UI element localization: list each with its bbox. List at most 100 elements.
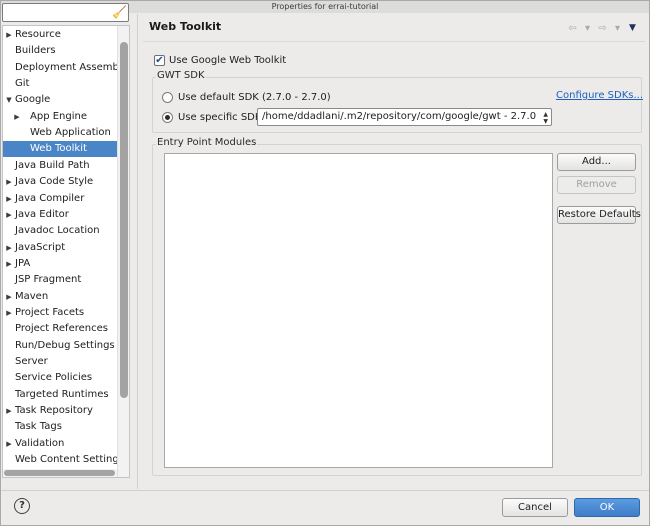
- specific-sdk-radio[interactable]: [162, 111, 173, 123]
- tree-item-label: Service Policies: [15, 372, 93, 384]
- use-gwt-checkbox[interactable]: ✔: [154, 54, 165, 66]
- tree-item-label: Javadoc Location: [15, 225, 100, 237]
- tree-item-label: Task Tags: [15, 421, 62, 433]
- broom-icon[interactable]: 🧹: [112, 5, 127, 20]
- triangle-right-icon[interactable]: ▶: [4, 403, 14, 419]
- triangle-right-icon[interactable]: ▶: [4, 174, 14, 190]
- tree-item[interactable]: ▶ Java Compiler: [3, 191, 119, 207]
- triangle-right-icon[interactable]: ▶: [4, 436, 14, 452]
- tree-item-label: JSP Fragment: [15, 274, 82, 286]
- tree-item[interactable]: ▶ Validation: [3, 436, 119, 452]
- spinner-arrows-icon: ▲ ▼: [543, 111, 548, 125]
- tree-item[interactable]: Builders: [3, 43, 119, 59]
- filter-input[interactable]: 🧹: [2, 3, 129, 22]
- default-sdk-radio[interactable]: [162, 91, 173, 103]
- triangle-down-icon[interactable]: ▼: [4, 92, 14, 108]
- tree-item[interactable]: JSP Fragment: [3, 272, 119, 288]
- page-title: Web Toolkit: [149, 20, 222, 33]
- tree-item[interactable]: ▶ Resource: [3, 27, 119, 43]
- entry-point-modules-list[interactable]: [164, 153, 553, 468]
- triangle-right-icon[interactable]: ▶: [4, 289, 14, 305]
- triangle-right-icon[interactable]: ▶: [4, 240, 14, 256]
- specific-sdk-radio-row[interactable]: Use specific SDK:: [162, 109, 265, 125]
- triangle-right-icon[interactable]: ▶: [4, 207, 14, 223]
- configure-sdks-link[interactable]: Configure SDKs...: [556, 90, 643, 101]
- tree-item-label: Web Toolkit: [30, 143, 87, 155]
- tree-item[interactable]: Task Tags: [3, 419, 119, 435]
- cancel-button[interactable]: Cancel: [502, 498, 568, 517]
- chevron-down-icon[interactable]: ▾: [581, 23, 594, 34]
- tree-item[interactable]: Project References: [3, 321, 119, 337]
- tree-item-label: Deployment Assembly: [15, 61, 128, 73]
- footer-separator: [1, 490, 649, 491]
- tree-item[interactable]: ▼ Google: [3, 92, 119, 108]
- tree-item[interactable]: ▶ Task Repository: [3, 403, 119, 419]
- tree-item[interactable]: ▶ App Engine: [3, 109, 119, 125]
- remove-button[interactable]: Remove: [557, 176, 636, 194]
- properties-tree: Web Content Settings ▶ Validation Task Tags…: [2, 25, 130, 478]
- chevron-down-icon[interactable]: ▾: [611, 23, 624, 34]
- triangle-right-icon[interactable]: ▶: [4, 256, 14, 272]
- triangle-right-icon[interactable]: ▶: [4, 305, 14, 321]
- tree-item-label: Server: [15, 356, 48, 367]
- use-gwt-checkbox-row[interactable]: ✔ Use Google Web Toolkit: [154, 53, 286, 67]
- triangle-right-icon[interactable]: ▶: [4, 27, 14, 43]
- tree-item[interactable]: Web Content Settings: [3, 452, 124, 468]
- tree-item[interactable]: Javadoc Location: [3, 223, 119, 239]
- back-arrow-icon[interactable]: ⇦: [566, 23, 579, 34]
- tree-item[interactable]: ▶ Project Facets: [3, 305, 119, 321]
- tree-item[interactable]: Java Build Path: [3, 158, 119, 174]
- properties-dialog: Properties for errai-tutorial 🧹 Web Cont…: [0, 0, 650, 526]
- tree-item-label: Web Content Settings: [15, 454, 124, 466]
- tree-item-label: Builders: [15, 45, 56, 57]
- tree-item-label: Resource: [15, 29, 61, 40]
- tree-horizontal-scrollbar[interactable]: [3, 469, 117, 477]
- view-menu-icon[interactable]: ▼: [626, 23, 639, 33]
- scrollbar-thumb[interactable]: [120, 42, 128, 398]
- tree-item[interactable]: Targeted Runtimes: [3, 387, 119, 403]
- tree-item[interactable]: Run/Debug Settings: [3, 338, 119, 354]
- tree-item[interactable]: ▶ Java Code Style: [3, 174, 119, 190]
- tree-item-label: Maven: [15, 290, 49, 302]
- tree-item[interactable]: ▶ JavaScript: [3, 240, 119, 256]
- tree-item-label: Project Facets: [15, 306, 85, 318]
- tree-item-label: Git: [15, 78, 30, 90]
- tree-item[interactable]: Web Application: [3, 125, 119, 141]
- tree-item[interactable]: Server: [3, 354, 119, 370]
- tree-item[interactable]: ▶ JPA: [3, 256, 119, 272]
- tree-item-label: Validation: [15, 437, 65, 449]
- tree-item-label: Java Build Path: [15, 159, 90, 171]
- sdk-select[interactable]: /home/ddadlani/.m2/repository/com/google…: [257, 108, 552, 126]
- tree-item[interactable]: Web Toolkit: [3, 141, 121, 158]
- tree-item-label: Targeted Runtimes: [15, 388, 109, 400]
- triangle-right-icon[interactable]: ▶: [4, 191, 14, 207]
- tree-vertical-scrollbar[interactable]: [117, 26, 129, 477]
- sdk-select-value: /home/ddadlani/.m2/repository/com/google…: [262, 111, 537, 122]
- gwt-sdk-group-label: GWT SDK: [156, 70, 206, 81]
- tree-item-label: Run/Debug Settings: [15, 339, 115, 351]
- tree-item-label: Google: [15, 94, 51, 106]
- entry-point-modules-label: Entry Point Modules: [156, 137, 258, 148]
- triangle-right-icon[interactable]: ▶: [12, 109, 22, 125]
- tree-item[interactable]: Service Policies: [3, 370, 119, 386]
- tree-item-label: Java Editor: [15, 208, 69, 220]
- tree-item[interactable]: ▶ Java Editor: [3, 207, 119, 223]
- help-icon[interactable]: ?: [14, 498, 30, 514]
- add-button[interactable]: Add...: [557, 153, 636, 171]
- tree-item[interactable]: ▶ Maven: [3, 289, 119, 305]
- tree-item-label: App Engine: [30, 110, 87, 122]
- scrollbar-thumb[interactable]: [4, 470, 115, 476]
- tree-item[interactable]: Deployment Assembly: [3, 60, 128, 76]
- default-sdk-radio-row[interactable]: Use default SDK (2.7.0 - 2.7.0): [162, 89, 331, 105]
- tree-item[interactable]: Git: [3, 76, 119, 92]
- specific-sdk-label: Use specific SDK:: [178, 111, 265, 123]
- pane-divider[interactable]: [137, 14, 138, 489]
- use-gwt-label: Use Google Web Toolkit: [169, 54, 287, 66]
- tree-item-label: Task Repository: [15, 405, 93, 417]
- tree-item-label: Java Compiler: [15, 192, 85, 204]
- tree-item-label: JPA: [15, 257, 31, 269]
- ok-button[interactable]: OK: [574, 498, 640, 517]
- tree-item-label: JavaScript: [15, 241, 66, 253]
- restore-defaults-button[interactable]: Restore Defaults: [557, 206, 641, 224]
- forward-arrow-icon[interactable]: ⇨: [596, 23, 609, 34]
